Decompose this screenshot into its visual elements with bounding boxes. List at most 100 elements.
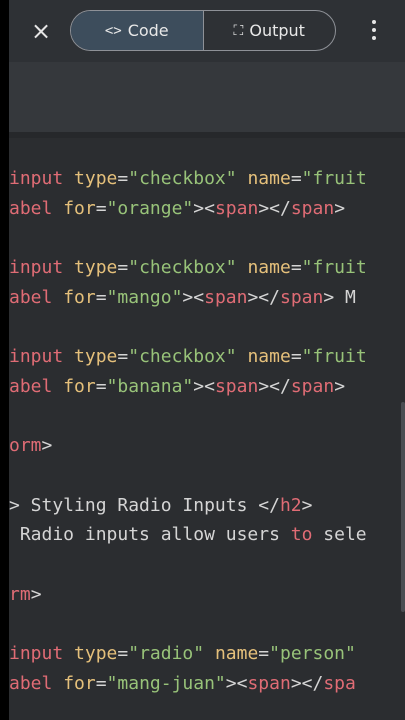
code-token: ><: [225, 672, 248, 694]
code-token: ></: [258, 197, 291, 219]
code-token: "person": [269, 643, 356, 665]
code-token: =: [290, 257, 302, 279]
code-token: "fruit: [301, 346, 367, 368]
code-line: > Styling Radio Inputs </h2>: [9, 495, 312, 517]
code-line: abel for="mango"><span></span> M: [9, 287, 356, 309]
code-token: =: [95, 375, 107, 397]
code-token: span: [214, 375, 259, 397]
code-token: =: [117, 643, 129, 665]
code-token: =: [117, 168, 129, 189]
code-token: input: [9, 346, 64, 368]
code-token: >: [334, 375, 346, 397]
code-token: rm: [9, 583, 31, 605]
code-line: input type="checkbox" name="fruit: [9, 346, 367, 368]
code-token: input: [9, 168, 64, 189]
code-token: =: [95, 672, 107, 694]
code-token: >: [30, 583, 42, 605]
code-token: abel: [9, 286, 53, 308]
code-token: for: [63, 197, 96, 219]
code-token: span: [290, 197, 335, 219]
code-token: orm: [9, 435, 42, 457]
code-token: > M: [323, 286, 356, 308]
code-token: sele: [312, 524, 367, 546]
code-token: span: [247, 672, 291, 694]
code-line: rm>: [9, 584, 42, 606]
code-line: input type="radio" name="person": [9, 643, 356, 665]
tab-output-label: Output: [249, 21, 305, 40]
code-token: >: [301, 494, 313, 516]
code-token: =: [95, 286, 107, 308]
code-token: input: [9, 257, 64, 279]
code-token: spa: [323, 672, 356, 694]
code-token: =: [117, 346, 129, 368]
code-token: h2: [279, 494, 302, 516]
tab-code-label: Code: [127, 21, 169, 40]
code-token: "orange": [106, 197, 194, 219]
code-token: >: [41, 435, 53, 457]
code-line: orm>: [9, 435, 52, 457]
code-token: to: [290, 524, 313, 546]
toolbar-area: [9, 62, 405, 132]
code-token: "banana": [106, 375, 194, 397]
code-token: ><: [193, 197, 215, 219]
code-editor[interactable]: input type="checkbox" name="fruit abel fo…: [9, 138, 405, 720]
tab-output[interactable]: ⛶ Output: [204, 11, 336, 50]
vertical-scrollbar[interactable]: [401, 402, 405, 612]
tab-code[interactable]: <> Code: [71, 11, 203, 50]
presentation-icon: ⛶: [233, 22, 244, 39]
code-token: name: [247, 257, 291, 279]
code-token: ></: [290, 672, 324, 694]
code-token: "mango": [106, 286, 183, 308]
code-token: =: [95, 197, 107, 219]
code-token: ></: [247, 286, 280, 308]
code-token: name: [247, 168, 291, 189]
code-token: for: [63, 672, 96, 694]
code-line: input type="checkbox" name="fruit: [9, 168, 367, 190]
close-icon[interactable]: ×: [29, 19, 53, 43]
code-token: for: [63, 286, 96, 308]
code-token: "radio": [128, 643, 205, 665]
code-token: =: [117, 257, 129, 279]
view-toggle: <> Code ⛶ Output: [70, 10, 336, 51]
code-token: span: [290, 375, 335, 397]
code-token: type: [74, 168, 118, 189]
code-token: input: [9, 643, 64, 665]
top-bar: × <> Code ⛶ Output: [9, 0, 405, 62]
code-token: span: [279, 286, 324, 308]
code-token: abel: [9, 375, 53, 397]
code-line: input type="checkbox" name="fruit: [9, 257, 367, 279]
code-token: =: [290, 168, 302, 189]
more-options-icon[interactable]: [371, 20, 377, 42]
code-token: >: [334, 197, 346, 219]
code-token: "fruit: [301, 168, 367, 189]
code-line: abel for="orange"><span></span>: [9, 198, 345, 220]
code-token: name: [247, 346, 291, 368]
code-token: name: [214, 643, 259, 665]
code-token: "checkbox": [128, 346, 237, 368]
code-token: span: [214, 197, 259, 219]
code-token: > Styling Radio Inputs </: [9, 494, 280, 516]
code-token: type: [74, 346, 118, 368]
code-token: type: [74, 257, 118, 279]
code-token: ><: [182, 286, 205, 308]
code-token: for: [63, 375, 96, 397]
code-token: "mang-juan": [106, 672, 226, 694]
code-token: span: [204, 286, 248, 308]
code-token: abel: [9, 197, 53, 219]
code-token: =: [258, 643, 270, 665]
code-brackets-icon: <>: [104, 22, 122, 39]
code-line: abel for="mang-juan"><span></spa: [9, 673, 356, 695]
code-token: abel: [9, 672, 53, 694]
